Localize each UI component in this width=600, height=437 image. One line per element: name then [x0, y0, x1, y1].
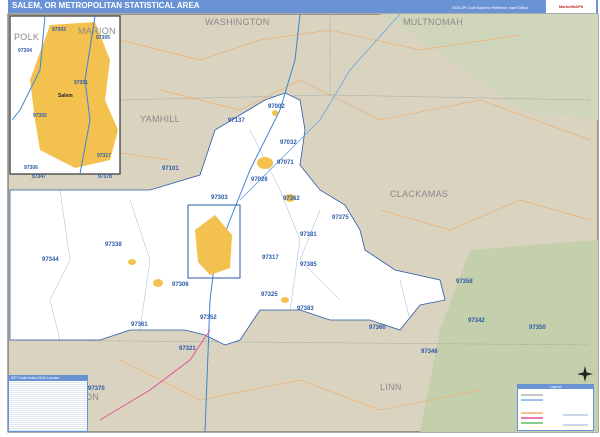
- map-canvas[interactable]: WASHINGTON MULTNOMAH YAMHILL CLACKAMAS B…: [0, 0, 600, 437]
- zip-label: 97360: [369, 325, 386, 331]
- zip-label: 97321: [179, 346, 196, 352]
- county-label: LINN: [380, 382, 402, 392]
- zip-label: 97375: [332, 215, 349, 221]
- zip-label: 97304: [18, 48, 32, 54]
- zip-label: 97302: [33, 113, 47, 119]
- inset-city-label: Salem: [58, 93, 73, 99]
- legend-symbols: [521, 394, 588, 426]
- zip-label: 97347: [32, 174, 46, 180]
- zip-label: 97305: [96, 35, 110, 41]
- zip-index-table: ZIP Code Index/Grid Locator: [8, 375, 88, 432]
- county-label: CLACKAMAS: [390, 189, 448, 199]
- zip-label: 97352: [200, 315, 217, 321]
- zip-label: 97361: [131, 322, 148, 328]
- zip-label: 97325: [261, 292, 278, 298]
- zip-label: 97306: [24, 165, 38, 171]
- zip-label: 97358: [456, 279, 473, 285]
- zip-label: 97306: [172, 282, 189, 288]
- zip-label: 97032: [280, 140, 297, 146]
- zip-label: 97002: [268, 104, 285, 110]
- zip-label: 97101: [162, 166, 179, 172]
- zip-label: 97303: [52, 27, 66, 33]
- county-label: WASHINGTON: [205, 17, 270, 27]
- zip-label: 97370: [88, 386, 105, 392]
- zip-label: 97317: [262, 255, 279, 261]
- zip-label: 97385: [300, 262, 317, 268]
- county-label: POLK: [14, 32, 39, 42]
- zip-label: 97378: [98, 174, 112, 180]
- zip-label: 97350: [529, 325, 546, 331]
- zip-label: 97026: [251, 177, 268, 183]
- zip-label: 97137: [228, 118, 245, 124]
- zip-label: 97338: [105, 242, 122, 248]
- zip-label: 97362: [283, 196, 300, 202]
- zip-label: 97342: [468, 318, 485, 324]
- county-label: YAMHILL: [140, 114, 180, 124]
- zip-label: 97381: [300, 232, 317, 238]
- inset-map: POLK MARION 97303 97305 97304 97301 Sale…: [9, 15, 121, 180]
- zip-label: 97301: [74, 80, 88, 86]
- zip-label: 97317: [97, 153, 111, 159]
- zip-label: 97071: [277, 160, 294, 166]
- map-legend: Legend: [517, 384, 594, 431]
- zip-index-rows: [9, 381, 87, 431]
- zip-label: 97383: [297, 306, 314, 312]
- zip-label: 97346: [421, 349, 438, 355]
- zip-label: 97344: [42, 257, 59, 263]
- zip-label: 97303: [211, 195, 228, 201]
- county-label: MULTNOMAH: [403, 17, 463, 27]
